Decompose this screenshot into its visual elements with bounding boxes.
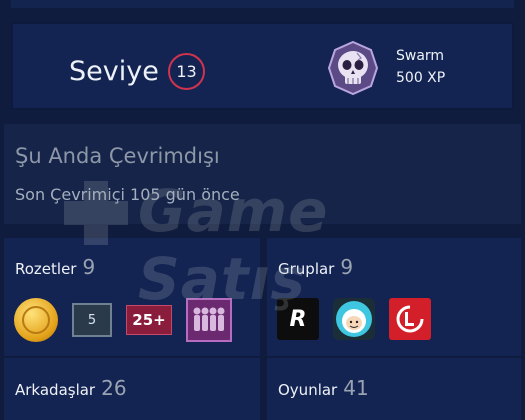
- community-badge-icon[interactable]: [186, 298, 232, 342]
- badges-label: Rozetler: [15, 260, 77, 278]
- groups-label: Gruplar: [278, 260, 335, 278]
- level-number: 13: [176, 62, 197, 81]
- status-title: Şu Anda Çevrimdışı: [15, 144, 220, 168]
- skull-badge-icon[interactable]: [327, 40, 379, 96]
- badges-card[interactable]: Rozetler 9 5 25+: [4, 238, 260, 356]
- last-online-text: Son Çevrimiçi 105 gün önce: [15, 185, 240, 204]
- group-finn-avatar-icon[interactable]: [333, 298, 375, 340]
- featured-badge-xp: 500 XP: [396, 70, 446, 86]
- games-label: Oyunlar: [278, 381, 338, 399]
- groups-count: 9: [340, 255, 354, 279]
- groups-list: R: [277, 298, 431, 340]
- friends-heading[interactable]: Arkadaşlar 26: [15, 376, 127, 400]
- level-label: Seviye: [69, 56, 159, 87]
- games-count: 41: [343, 376, 369, 400]
- games-card[interactable]: Oyunlar 41: [267, 358, 521, 420]
- games-owned-badge-text: 25+: [132, 311, 166, 329]
- friends-card[interactable]: Arkadaşlar 26: [4, 358, 260, 420]
- badges-count: 9: [82, 255, 96, 279]
- group-r-logo-icon[interactable]: R: [277, 298, 319, 340]
- groups-card[interactable]: Gruplar 9 R: [267, 238, 521, 356]
- gold-coin-badge-icon[interactable]: [14, 298, 58, 342]
- level-badge[interactable]: 13: [168, 53, 205, 90]
- games-owned-badge-icon[interactable]: 25+: [126, 305, 172, 335]
- top-strip: [11, 0, 514, 8]
- badges-list: 5 25+: [14, 298, 232, 342]
- badges-heading[interactable]: Rozetler 9: [15, 255, 95, 279]
- level-panel: Seviye 13 Swarm 500 XP: [11, 22, 514, 110]
- group-red-logo-icon[interactable]: [389, 298, 431, 340]
- years-badge-icon[interactable]: 5: [72, 303, 112, 337]
- groups-heading[interactable]: Gruplar 9: [278, 255, 353, 279]
- online-status-panel: Şu Anda Çevrimdışı Son Çevrimiçi 105 gün…: [4, 124, 521, 224]
- featured-badge-name: Swarm: [396, 48, 445, 64]
- games-heading[interactable]: Oyunlar 41: [278, 376, 369, 400]
- friends-label: Arkadaşlar: [15, 381, 96, 399]
- years-badge-text: 5: [87, 312, 97, 328]
- friends-count: 26: [101, 376, 127, 400]
